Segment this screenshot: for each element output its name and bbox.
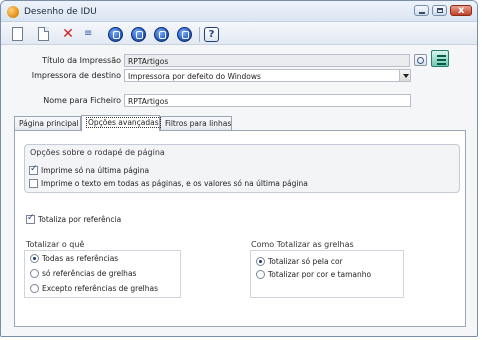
maximize-icon xyxy=(437,8,443,13)
title-lookup-button[interactable] xyxy=(414,54,427,66)
list-icon-line xyxy=(437,59,446,61)
total-what-title: Totalizar o quê xyxy=(26,240,85,249)
total-by-reference-label: Totaliza por referência xyxy=(38,215,122,224)
print-last-page-label: Imprime só na última página xyxy=(41,166,150,175)
print-last-page-checkbox[interactable] xyxy=(29,164,38,175)
maximize-button[interactable] xyxy=(432,5,447,16)
minimize-icon xyxy=(419,12,425,14)
filename-field[interactable]: RPTArtigos xyxy=(124,94,411,107)
title-bar: Desenho de IDU x xyxy=(1,1,477,22)
title-field[interactable]: RPTArtigos xyxy=(124,54,410,67)
printer-select-value: Impressora por defeito do Windows xyxy=(128,72,261,81)
delete-icon[interactable]: ✕ xyxy=(60,26,76,42)
tab-line-filters[interactable]: Filtros para linhas xyxy=(160,116,232,130)
radio-total-by-color-size[interactable] xyxy=(256,270,265,279)
print-text-all-pages-label: Imprime o texto em todas as páginas, e o… xyxy=(41,179,308,188)
radio-total-by-color-size-label: Totalizar por cor e tamanho xyxy=(268,270,372,279)
next-record-icon[interactable] xyxy=(154,27,169,42)
help-icon[interactable]: ? xyxy=(204,27,219,42)
window-title: Desenho de IDU xyxy=(24,7,97,17)
list-button[interactable] xyxy=(431,50,449,67)
tab-label: Filtros para linhas xyxy=(165,119,232,128)
title-label: Título da Impressão xyxy=(42,56,121,65)
print-text-all-pages-checkbox[interactable] xyxy=(29,179,38,188)
tab-advanced-options[interactable]: Opções avançadas xyxy=(81,115,161,131)
filename-label: Nome para Ficheiro xyxy=(43,96,121,105)
total-by-reference-checkbox[interactable] xyxy=(26,213,35,224)
printer-select[interactable]: Impressora por defeito do Windows xyxy=(124,69,411,82)
last-record-icon[interactable] xyxy=(177,27,192,42)
chevron-down-icon[interactable] xyxy=(399,70,410,81)
total-how-title: Como Totalizar as grelhas xyxy=(251,240,354,249)
list-icon-line xyxy=(437,63,446,65)
report-designer-window: Desenho de IDU x ✕ ≡ ? Título da Impress… xyxy=(0,0,478,337)
close-icon: x xyxy=(458,5,465,16)
radio-grid-references-only-label: só referências de grelhas xyxy=(42,269,137,278)
radio-all-references-label: Todas as referências xyxy=(42,254,119,263)
list-icon-line xyxy=(437,55,446,57)
tab-label: Opções avançadas xyxy=(86,117,161,128)
properties-icon[interactable]: ≡ xyxy=(84,26,100,42)
radio-total-by-color[interactable] xyxy=(256,257,265,266)
radio-except-grid-references[interactable] xyxy=(30,284,39,293)
radio-all-references[interactable] xyxy=(30,254,39,263)
app-icon xyxy=(7,6,19,18)
minimize-button[interactable] xyxy=(414,5,429,16)
previous-record-icon[interactable] xyxy=(131,27,146,42)
toolbar-separator xyxy=(199,27,200,42)
close-button[interactable]: x xyxy=(450,5,472,16)
tab-label: Página principal xyxy=(19,119,79,128)
tab-main-page[interactable]: Página principal xyxy=(14,116,81,130)
printer-label: Impressora de destino xyxy=(31,71,121,80)
new-document-icon[interactable] xyxy=(12,27,23,41)
footer-options-title: Opções sobre o rodapé de página xyxy=(30,148,165,157)
radio-grid-references-only[interactable] xyxy=(30,269,39,278)
toolbar: ✕ ≡ ? xyxy=(1,23,477,45)
first-record-icon[interactable] xyxy=(108,27,123,42)
copy-document-icon[interactable] xyxy=(38,27,49,41)
radio-except-grid-references-label: Excepto referências de grelhas xyxy=(42,284,159,293)
radio-total-by-color-label: Totalizar só pela cor xyxy=(268,257,343,266)
